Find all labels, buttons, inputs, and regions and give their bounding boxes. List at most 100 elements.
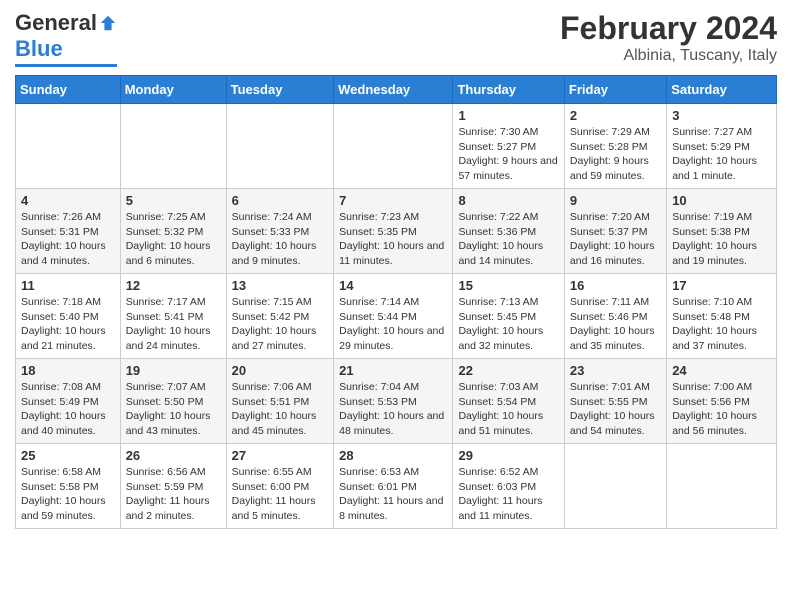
day-number: 23 bbox=[570, 363, 661, 378]
day-detail: Sunrise: 7:03 AM Sunset: 5:54 PM Dayligh… bbox=[458, 380, 558, 439]
calendar-cell: 4 Sunrise: 7:26 AM Sunset: 5:31 PM Daylig… bbox=[16, 189, 121, 274]
day-detail: Sunrise: 6:53 AM Sunset: 6:01 PM Dayligh… bbox=[339, 465, 447, 524]
calendar-cell: 5 Sunrise: 7:25 AM Sunset: 5:32 PM Daylig… bbox=[120, 189, 226, 274]
header-wednesday: Wednesday bbox=[334, 76, 453, 104]
header-sunday: Sunday bbox=[16, 76, 121, 104]
day-detail: Sunrise: 7:20 AM Sunset: 5:37 PM Dayligh… bbox=[570, 210, 661, 269]
logo-general: General bbox=[15, 10, 97, 36]
logo-underline bbox=[15, 64, 117, 67]
day-number: 26 bbox=[126, 448, 221, 463]
day-number: 21 bbox=[339, 363, 447, 378]
day-number: 24 bbox=[672, 363, 771, 378]
calendar-header-row: SundayMondayTuesdayWednesdayThursdayFrid… bbox=[16, 76, 777, 104]
header-friday: Friday bbox=[564, 76, 666, 104]
day-number: 10 bbox=[672, 193, 771, 208]
calendar-cell: 3 Sunrise: 7:27 AM Sunset: 5:29 PM Daylig… bbox=[667, 104, 777, 189]
day-number: 15 bbox=[458, 278, 558, 293]
calendar-cell: 26 Sunrise: 6:56 AM Sunset: 5:59 PM Dayli… bbox=[120, 444, 226, 529]
subtitle: Albinia, Tuscany, Italy bbox=[560, 47, 777, 65]
calendar-cell: 1 Sunrise: 7:30 AM Sunset: 5:27 PM Daylig… bbox=[453, 104, 564, 189]
calendar-cell: 27 Sunrise: 6:55 AM Sunset: 6:00 PM Dayli… bbox=[226, 444, 334, 529]
calendar-week-row: 25Sunrise: 6:58 AM Sunset: 5:58 PM Dayli… bbox=[16, 444, 777, 529]
day-number: 16 bbox=[570, 278, 661, 293]
day-number: 11 bbox=[21, 278, 115, 293]
day-number: 22 bbox=[458, 363, 558, 378]
day-detail: Sunrise: 7:01 AM Sunset: 5:55 PM Dayligh… bbox=[570, 380, 661, 439]
header-monday: Monday bbox=[120, 76, 226, 104]
calendar-week-row: 1 Sunrise: 7:30 AM Sunset: 5:27 PM Daylig… bbox=[16, 104, 777, 189]
day-detail: Sunrise: 7:25 AM Sunset: 5:32 PM Dayligh… bbox=[126, 210, 221, 269]
day-number: 5 bbox=[126, 193, 221, 208]
calendar-cell bbox=[564, 444, 666, 529]
day-number: 1 bbox=[458, 108, 558, 123]
day-detail: Sunrise: 7:29 AM Sunset: 5:28 PM Dayligh… bbox=[570, 125, 661, 184]
calendar-cell: 9 Sunrise: 7:20 AM Sunset: 5:37 PM Daylig… bbox=[564, 189, 666, 274]
day-detail: Sunrise: 7:17 AM Sunset: 5:41 PM Dayligh… bbox=[126, 295, 221, 354]
logo: General Blue bbox=[15, 10, 117, 67]
calendar-cell: 18Sunrise: 7:08 AM Sunset: 5:49 PM Dayli… bbox=[16, 359, 121, 444]
day-detail: Sunrise: 6:56 AM Sunset: 5:59 PM Dayligh… bbox=[126, 465, 221, 524]
logo-icon bbox=[99, 14, 117, 32]
calendar-cell: 2 Sunrise: 7:29 AM Sunset: 5:28 PM Daylig… bbox=[564, 104, 666, 189]
day-detail: Sunrise: 7:06 AM Sunset: 5:51 PM Dayligh… bbox=[232, 380, 329, 439]
calendar-cell bbox=[226, 104, 334, 189]
day-number: 13 bbox=[232, 278, 329, 293]
calendar-cell: 8Sunrise: 7:22 AM Sunset: 5:36 PM Daylig… bbox=[453, 189, 564, 274]
day-detail: Sunrise: 7:27 AM Sunset: 5:29 PM Dayligh… bbox=[672, 125, 771, 184]
day-detail: Sunrise: 7:19 AM Sunset: 5:38 PM Dayligh… bbox=[672, 210, 771, 269]
day-detail: Sunrise: 7:26 AM Sunset: 5:31 PM Dayligh… bbox=[21, 210, 115, 269]
day-detail: Sunrise: 7:23 AM Sunset: 5:35 PM Dayligh… bbox=[339, 210, 447, 269]
day-detail: Sunrise: 7:18 AM Sunset: 5:40 PM Dayligh… bbox=[21, 295, 115, 354]
day-detail: Sunrise: 7:11 AM Sunset: 5:46 PM Dayligh… bbox=[570, 295, 661, 354]
calendar-cell: 25Sunrise: 6:58 AM Sunset: 5:58 PM Dayli… bbox=[16, 444, 121, 529]
header-saturday: Saturday bbox=[667, 76, 777, 104]
calendar-week-row: 11 Sunrise: 7:18 AM Sunset: 5:40 PM Dayli… bbox=[16, 274, 777, 359]
day-detail: Sunrise: 7:13 AM Sunset: 5:45 PM Dayligh… bbox=[458, 295, 558, 354]
calendar-cell: 20Sunrise: 7:06 AM Sunset: 5:51 PM Dayli… bbox=[226, 359, 334, 444]
day-detail: Sunrise: 7:24 AM Sunset: 5:33 PM Dayligh… bbox=[232, 210, 329, 269]
calendar-week-row: 4 Sunrise: 7:26 AM Sunset: 5:31 PM Daylig… bbox=[16, 189, 777, 274]
day-number: 8 bbox=[458, 193, 558, 208]
calendar-cell: 23 Sunrise: 7:01 AM Sunset: 5:55 PM Dayli… bbox=[564, 359, 666, 444]
day-number: 3 bbox=[672, 108, 771, 123]
header-thursday: Thursday bbox=[453, 76, 564, 104]
calendar-cell: 13 Sunrise: 7:15 AM Sunset: 5:42 PM Dayli… bbox=[226, 274, 334, 359]
calendar-cell: 7 Sunrise: 7:23 AM Sunset: 5:35 PM Daylig… bbox=[334, 189, 453, 274]
day-number: 28 bbox=[339, 448, 447, 463]
day-detail: Sunrise: 7:10 AM Sunset: 5:48 PM Dayligh… bbox=[672, 295, 771, 354]
calendar-cell: 10 Sunrise: 7:19 AM Sunset: 5:38 PM Dayli… bbox=[667, 189, 777, 274]
calendar-cell bbox=[16, 104, 121, 189]
calendar-cell bbox=[334, 104, 453, 189]
calendar-cell: 19 Sunrise: 7:07 AM Sunset: 5:50 PM Dayli… bbox=[120, 359, 226, 444]
calendar-table: SundayMondayTuesdayWednesdayThursdayFrid… bbox=[15, 75, 777, 529]
day-number: 17 bbox=[672, 278, 771, 293]
day-number: 2 bbox=[570, 108, 661, 123]
logo-blue: Blue bbox=[15, 36, 63, 62]
calendar-cell: 12Sunrise: 7:17 AM Sunset: 5:41 PM Dayli… bbox=[120, 274, 226, 359]
day-detail: Sunrise: 7:04 AM Sunset: 5:53 PM Dayligh… bbox=[339, 380, 447, 439]
calendar-cell bbox=[120, 104, 226, 189]
day-detail: Sunrise: 7:15 AM Sunset: 5:42 PM Dayligh… bbox=[232, 295, 329, 354]
calendar-cell: 24Sunrise: 7:00 AM Sunset: 5:56 PM Dayli… bbox=[667, 359, 777, 444]
day-number: 9 bbox=[570, 193, 661, 208]
day-number: 7 bbox=[339, 193, 447, 208]
calendar-cell: 6 Sunrise: 7:24 AM Sunset: 5:33 PM Daylig… bbox=[226, 189, 334, 274]
calendar-cell: 29Sunrise: 6:52 AM Sunset: 6:03 PM Dayli… bbox=[453, 444, 564, 529]
calendar-cell: 14Sunrise: 7:14 AM Sunset: 5:44 PM Dayli… bbox=[334, 274, 453, 359]
day-detail: Sunrise: 6:55 AM Sunset: 6:00 PM Dayligh… bbox=[232, 465, 329, 524]
main-title: February 2024 bbox=[560, 10, 777, 47]
calendar-week-row: 18Sunrise: 7:08 AM Sunset: 5:49 PM Dayli… bbox=[16, 359, 777, 444]
day-number: 6 bbox=[232, 193, 329, 208]
day-detail: Sunrise: 6:52 AM Sunset: 6:03 PM Dayligh… bbox=[458, 465, 558, 524]
calendar-cell: 11 Sunrise: 7:18 AM Sunset: 5:40 PM Dayli… bbox=[16, 274, 121, 359]
day-detail: Sunrise: 7:07 AM Sunset: 5:50 PM Dayligh… bbox=[126, 380, 221, 439]
day-number: 19 bbox=[126, 363, 221, 378]
day-number: 14 bbox=[339, 278, 447, 293]
calendar-cell: 21 Sunrise: 7:04 AM Sunset: 5:53 PM Dayli… bbox=[334, 359, 453, 444]
day-number: 4 bbox=[21, 193, 115, 208]
day-number: 27 bbox=[232, 448, 329, 463]
day-detail: Sunrise: 6:58 AM Sunset: 5:58 PM Dayligh… bbox=[21, 465, 115, 524]
day-number: 18 bbox=[21, 363, 115, 378]
day-detail: Sunrise: 7:30 AM Sunset: 5:27 PM Dayligh… bbox=[458, 125, 558, 184]
header-tuesday: Tuesday bbox=[226, 76, 334, 104]
